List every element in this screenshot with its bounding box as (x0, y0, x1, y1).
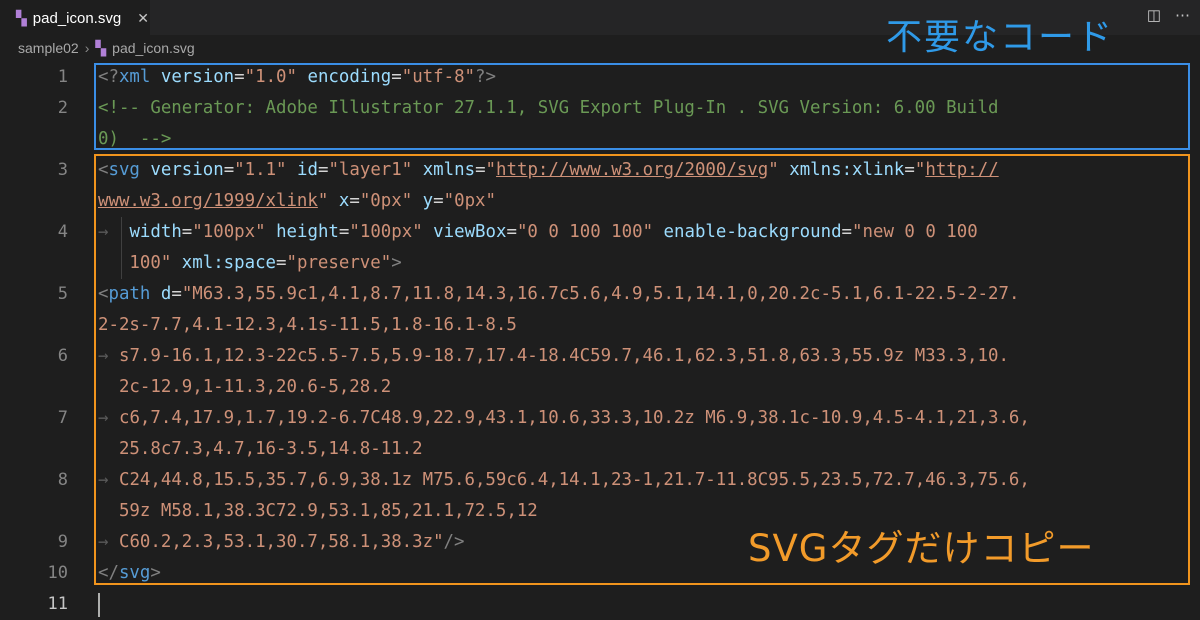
text-cursor (98, 593, 100, 617)
editor-actions: ◫ ⋯ (1147, 6, 1190, 24)
svg-file-icon: ▚ (95, 39, 107, 56)
breadcrumb-file[interactable]: pad_icon.svg (112, 40, 195, 56)
svg-file-icon: ▚ (16, 9, 27, 26)
breadcrumb-separator-icon: › (84, 40, 90, 56)
line-number: 5 (57, 284, 68, 304)
line-number: 6 (57, 346, 68, 366)
tab-pad-icon-svg[interactable]: ▚ pad_icon.svg ✕ (0, 0, 150, 35)
more-actions-icon[interactable]: ⋯ (1175, 6, 1190, 24)
unneeded-code-highlight-box (94, 63, 1190, 150)
line-number: 4 (57, 222, 68, 242)
line-number: 8 (57, 470, 68, 490)
breadcrumb-folder[interactable]: sample02 (18, 40, 79, 56)
line-number: 2 (57, 98, 68, 118)
line-number: 10 (47, 563, 68, 583)
annotation-copy-svg-tag: SVGタグだけコピー (748, 527, 1095, 570)
line-number: 9 (57, 532, 68, 552)
tab-label: pad_icon.svg (32, 9, 122, 27)
line-number: 1 (57, 67, 68, 87)
line-number: 11 (47, 594, 68, 614)
line-number: 7 (57, 408, 68, 428)
split-editor-icon[interactable]: ◫ (1147, 6, 1161, 24)
line-number: 3 (57, 160, 68, 180)
close-icon[interactable]: ✕ (137, 10, 149, 27)
annotation-unneeded-code: 不要なコード (886, 17, 1115, 58)
